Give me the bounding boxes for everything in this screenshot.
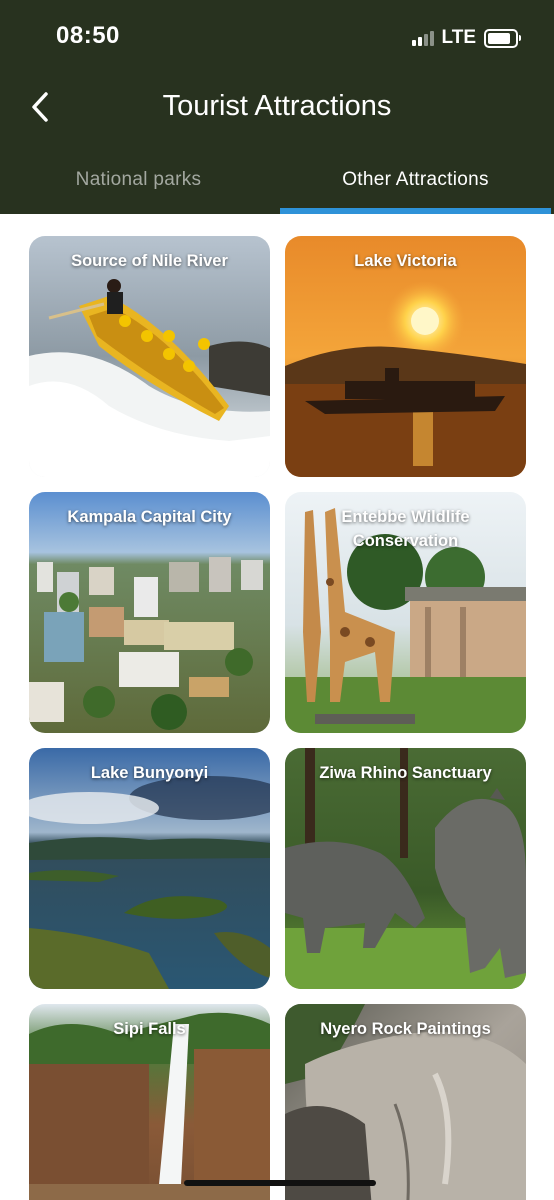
tab-bar: National parks Other Attractions bbox=[0, 150, 554, 214]
attraction-card-nyero-rock[interactable]: Nyero Rock Paintings bbox=[285, 1004, 526, 1200]
attraction-title: Nyero Rock Paintings bbox=[320, 1020, 491, 1038]
status-indicators: LTE bbox=[411, 24, 521, 52]
attractions-grid: Source of Nile River Lake Victoria Kampa… bbox=[0, 214, 554, 1200]
app-header: 08:50 LTE Tourist Attractions National p… bbox=[0, 0, 554, 214]
attraction-title: Kampala Capital City bbox=[67, 508, 232, 526]
attraction-title: Lake Bunyonyi bbox=[90, 764, 209, 782]
tab-other-attractions[interactable]: Other Attractions bbox=[277, 150, 554, 210]
attraction-title: Sipi Falls bbox=[113, 1020, 186, 1038]
tab-national-parks[interactable]: National parks bbox=[0, 150, 277, 210]
battery-icon bbox=[484, 28, 521, 48]
attraction-card-lake-victoria[interactable]: Lake Victoria bbox=[285, 236, 526, 477]
attraction-title: Entebbe Wildlife Conservation bbox=[341, 508, 470, 550]
home-indicator bbox=[184, 1180, 376, 1186]
attraction-card-kampala[interactable]: Kampala Capital City bbox=[29, 492, 270, 733]
attraction-card-entebbe-wildlife[interactable]: Entebbe Wildlife Conservation bbox=[285, 492, 526, 733]
network-label: LTE bbox=[441, 27, 476, 48]
attraction-title: Lake Victoria bbox=[354, 252, 457, 270]
attraction-card-ziwa-rhino[interactable]: Ziwa Rhino Sanctuary bbox=[285, 748, 526, 989]
attraction-card-source-of-nile[interactable]: Source of Nile River bbox=[29, 236, 270, 477]
signal-icon bbox=[411, 30, 434, 46]
attraction-card-lake-bunyonyi[interactable]: Lake Bunyonyi bbox=[29, 748, 270, 989]
status-time: 08:50 bbox=[56, 22, 120, 49]
attraction-title: Source of Nile River bbox=[71, 252, 228, 270]
attraction-card-sipi-falls[interactable]: Sipi Falls bbox=[29, 1004, 270, 1200]
attraction-title: Ziwa Rhino Sanctuary bbox=[319, 764, 492, 782]
page-title: Tourist Attractions bbox=[162, 90, 392, 122]
